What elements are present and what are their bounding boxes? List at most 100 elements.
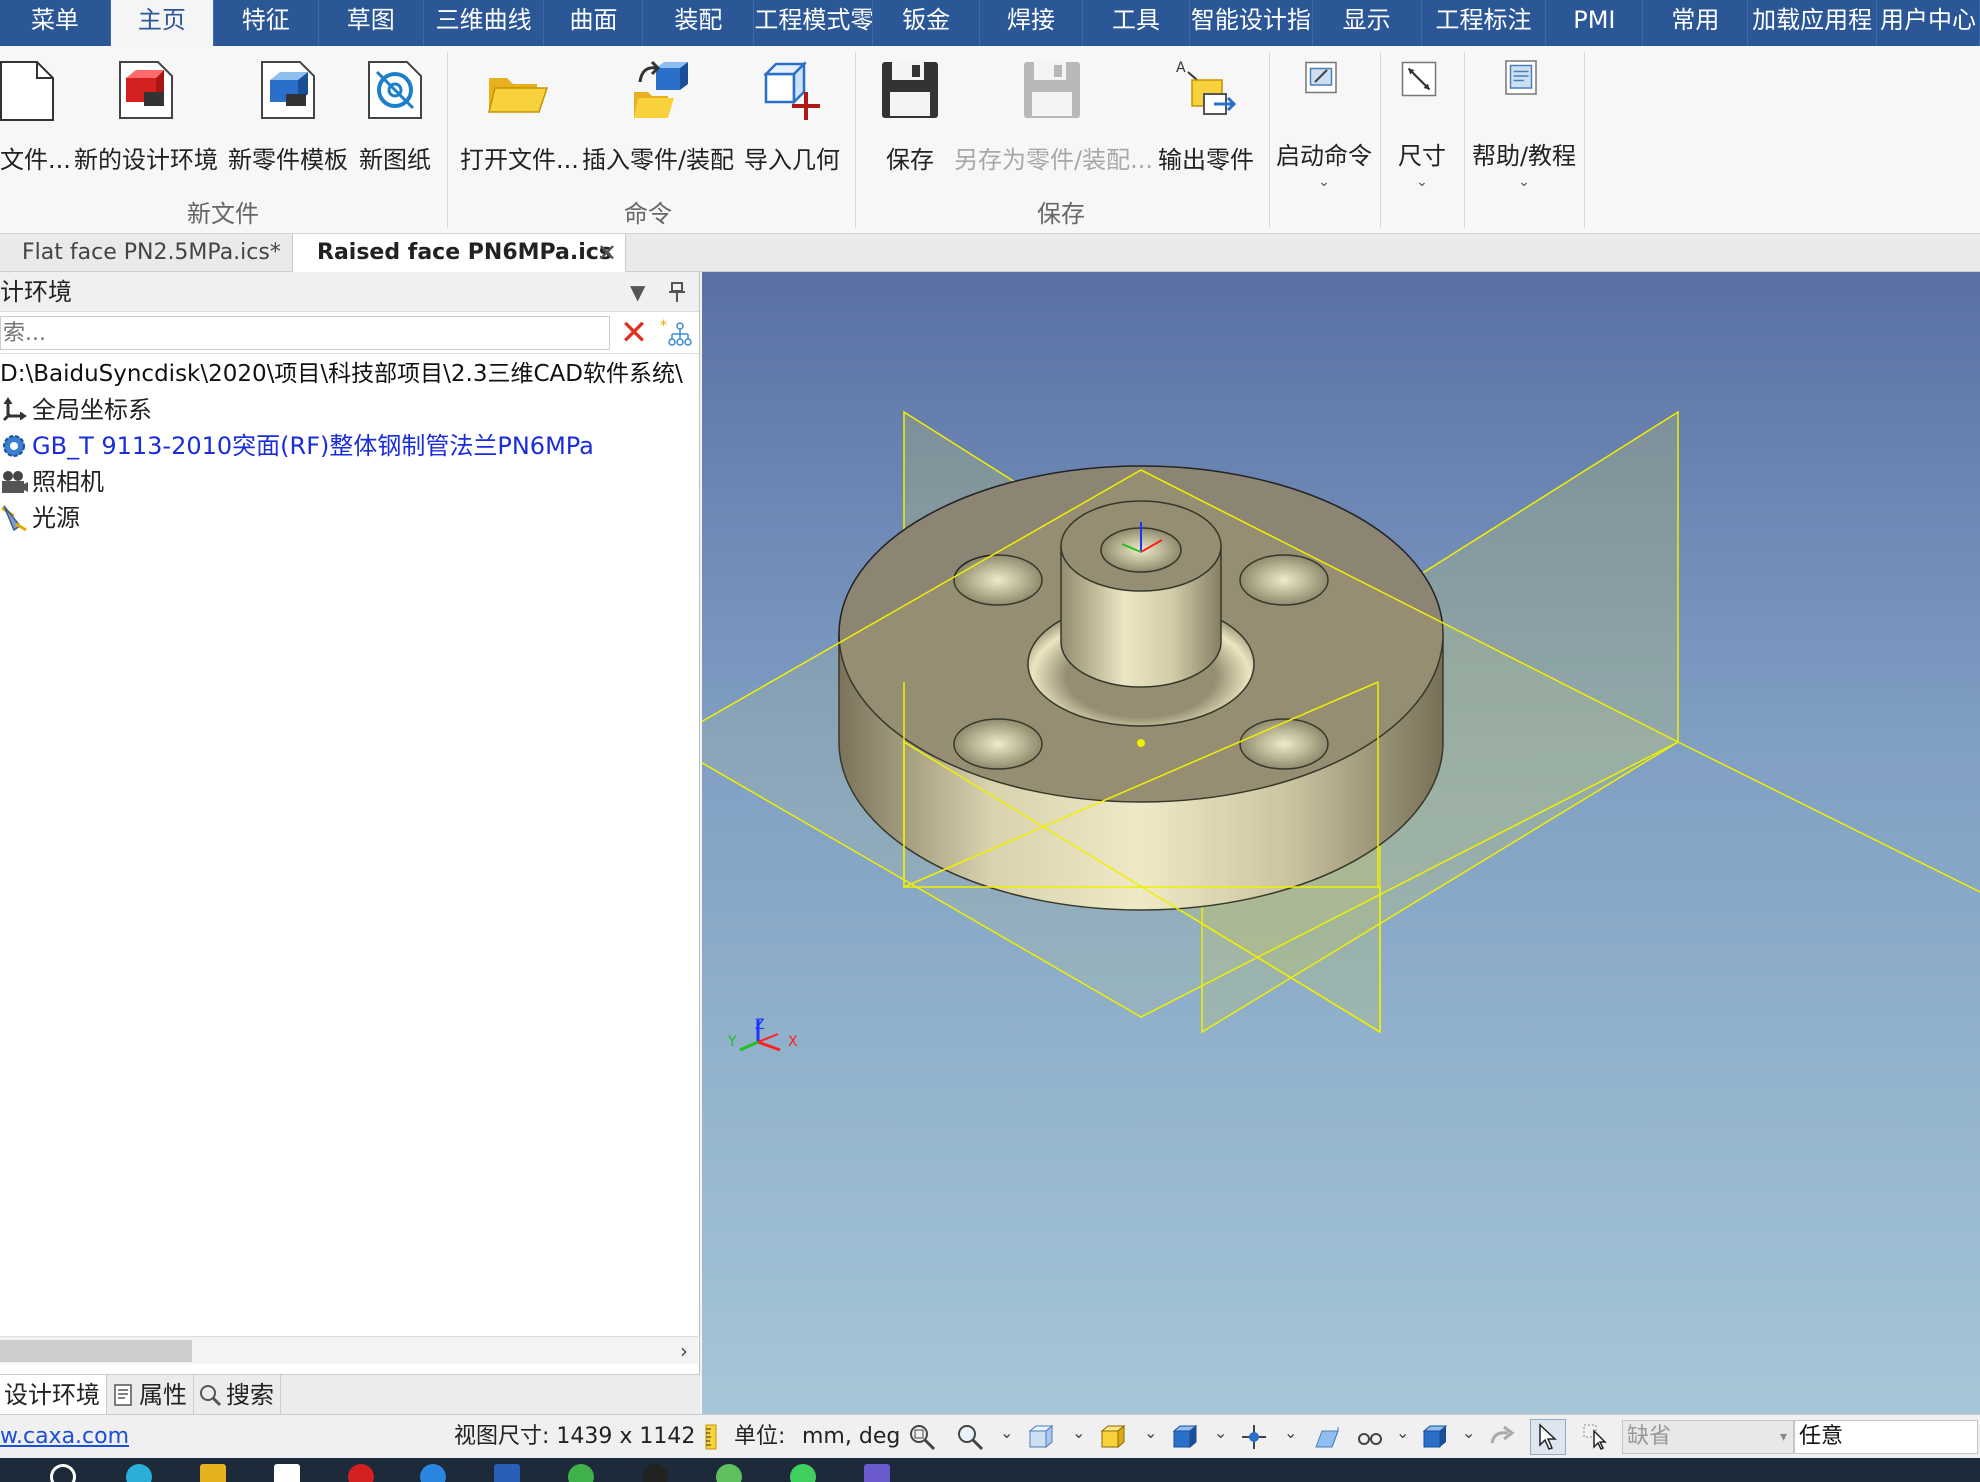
ribbon-group-separator: [1269, 52, 1270, 228]
menu-tab-features[interactable]: 特征: [214, 0, 319, 46]
search-row: ✕ *: [0, 312, 699, 354]
tab-properties[interactable]: 属性: [107, 1375, 194, 1415]
chrome-icon[interactable]: [568, 1464, 594, 1482]
select-mode-button[interactable]: [1530, 1419, 1566, 1455]
orbit-icon[interactable]: [1240, 1423, 1268, 1451]
chevron-down-icon[interactable]: ⌄: [1072, 1423, 1085, 1442]
visibility-glasses-icon[interactable]: [1356, 1423, 1384, 1451]
tab-search[interactable]: 搜索: [194, 1375, 281, 1415]
pin-icon[interactable]: [668, 272, 686, 316]
chevron-down-icon[interactable]: ⌄: [1214, 1423, 1227, 1442]
panel-title: 计环境: [0, 278, 72, 306]
chevron-down-icon[interactable]: ⌄: [1396, 1423, 1409, 1442]
menu-tab-tools[interactable]: 工具: [1083, 0, 1190, 46]
status-bar: w.caxa.com 视图尺寸: 1439 x 1142 单位: mm, deg…: [0, 1414, 1980, 1458]
caxa-website-link[interactable]: w.caxa.com: [0, 1415, 129, 1459]
tree-item-global-cs[interactable]: 全局坐标系: [0, 392, 699, 428]
floppy-disk-disabled-icon: [1024, 62, 1080, 118]
help-tutorial-button[interactable]: 帮助/教程 ⌄: [1470, 58, 1578, 189]
export-part-button[interactable]: A 输出零件: [1156, 58, 1256, 178]
3d-viewport[interactable]: Z X Y: [702, 272, 1980, 1414]
menu-tab-sketch[interactable]: 草图: [319, 0, 424, 46]
zoom-fit-icon[interactable]: [908, 1423, 936, 1451]
tree-item-light-source[interactable]: 光源: [0, 500, 699, 536]
section-view-icon[interactable]: [1312, 1423, 1340, 1451]
menu-tab-home[interactable]: 主页: [110, 0, 214, 46]
app-icon[interactable]: [642, 1464, 668, 1482]
menu-tab-display[interactable]: 显示: [1313, 0, 1422, 46]
view-orientation-icon[interactable]: [1026, 1423, 1054, 1451]
save-button[interactable]: 保存: [872, 58, 948, 178]
ribbon-group-separator: [1464, 52, 1465, 228]
tree-filter-icon[interactable]: *: [660, 318, 692, 350]
design-environment-panel: 计环境 ▼ ✕ * D:\BaiduSyncdisk\2020\项目\科技部项目…: [0, 272, 700, 1374]
doc-tab-flat-face[interactable]: Flat face PN2.5MPa.ics*: [0, 234, 284, 272]
display-cube-icon[interactable]: [1420, 1423, 1448, 1451]
app-icon[interactable]: [716, 1464, 742, 1482]
search-icon: [200, 1385, 222, 1407]
filter-any-select[interactable]: 任意: [1794, 1420, 1978, 1454]
redo-disabled-icon[interactable]: [1488, 1423, 1516, 1451]
insert-part-assembly-button[interactable]: 插入零件/装配: [580, 58, 736, 178]
word-icon[interactable]: [494, 1464, 520, 1482]
scrollbar-thumb[interactable]: [0, 1340, 192, 1362]
clear-search-icon[interactable]: ✕: [614, 316, 654, 350]
doc-tab-raised-face[interactable]: Raised face PN6MPa.ics ✕: [292, 234, 626, 272]
menu-tab-assembly[interactable]: 装配: [643, 0, 755, 46]
app-icon[interactable]: [348, 1464, 374, 1482]
app-icon[interactable]: [126, 1464, 152, 1482]
caxa-icon[interactable]: [864, 1464, 890, 1482]
horizontal-scrollbar[interactable]: ›: [0, 1336, 698, 1364]
folder-open-icon: [488, 78, 549, 113]
chevron-down-icon[interactable]: ⌄: [1462, 1423, 1475, 1442]
filter-default-select[interactable]: 缺省 ▾: [1622, 1420, 1794, 1454]
ribbon: 文件... 新的设计环境 新零件模板 新图纸 新文件 打开文件... 插入零件/…: [0, 46, 1980, 234]
new-drawing-button[interactable]: 新图纸: [354, 58, 436, 178]
render-mode-icon[interactable]: [1098, 1423, 1126, 1451]
menu-tab-user-center[interactable]: 用户中心: [1877, 0, 1980, 46]
zoom-icon[interactable]: [956, 1423, 984, 1451]
filter-cursor-icon[interactable]: [1582, 1423, 1610, 1451]
menu-tab-sheet-metal[interactable]: 钣金: [873, 0, 981, 46]
chevron-down-icon: ⌄: [1416, 174, 1428, 190]
tab-design-environment[interactable]: 设计环境: [0, 1375, 107, 1415]
menu-tab-pmi[interactable]: PMI: [1546, 0, 1644, 46]
browser-icon[interactable]: [420, 1464, 446, 1482]
app-icon[interactable]: [274, 1464, 300, 1482]
menu-tab-smart-design[interactable]: 智能设计指: [1190, 0, 1313, 46]
save-as-part-button[interactable]: 另存为零件/装配...: [954, 58, 1153, 178]
search-icon[interactable]: [50, 1464, 76, 1482]
menu-tab-weld[interactable]: 焊接: [980, 0, 1084, 46]
close-tab-icon[interactable]: ✕: [597, 234, 617, 272]
menu-tab-engineering-annotation[interactable]: 工程标注: [1422, 0, 1547, 46]
menu-tab-engineering-mode[interactable]: 工程模式零: [754, 0, 874, 46]
new-part-template-button[interactable]: 新零件模板: [226, 58, 350, 178]
start-command-button[interactable]: 启动命令 ⌄: [1274, 58, 1374, 189]
panel-menu-chevron-icon[interactable]: ▼: [630, 272, 645, 312]
menu-tab-common[interactable]: 常用: [1643, 0, 1749, 46]
menu-tab-3d-curves[interactable]: 三维曲线: [424, 0, 545, 46]
tree-search-input[interactable]: [0, 316, 610, 350]
unit-value[interactable]: mm, deg: [802, 1415, 900, 1459]
axis-z-label: Z: [755, 1017, 765, 1033]
tree-item-camera[interactable]: 照相机: [0, 464, 699, 500]
wechat-icon[interactable]: [790, 1464, 816, 1482]
scroll-right-icon[interactable]: ›: [680, 1337, 688, 1365]
menu-tab-menu[interactable]: 菜单: [0, 0, 111, 46]
main-menubar: 菜单 主页 特征 草图 三维曲线 曲面 装配 工程模式零 钣金 焊接 工具 智能…: [0, 0, 1980, 46]
chevron-down-icon[interactable]: ⌄: [1284, 1423, 1297, 1442]
menu-tab-surface[interactable]: 曲面: [544, 0, 644, 46]
new-file-button[interactable]: 文件...: [0, 58, 71, 178]
group-label-commands: 命令: [624, 200, 672, 228]
menu-tab-load-apps[interactable]: 加载应用程: [1748, 0, 1878, 46]
ruler-icon: [705, 1424, 717, 1450]
tree-item-flange-part[interactable]: GB_T 9113-2010突面(RF)整体钢制管法兰PN6MPa: [0, 428, 699, 464]
chevron-down-icon[interactable]: ⌄: [1000, 1423, 1013, 1442]
file-explorer-icon[interactable]: [200, 1464, 226, 1482]
import-geometry-button[interactable]: 导入几何: [742, 58, 842, 178]
chevron-down-icon[interactable]: ⌄: [1144, 1423, 1157, 1442]
dimension-button[interactable]: 尺寸 ⌄: [1386, 58, 1458, 189]
new-design-environment-button[interactable]: 新的设计环境: [72, 58, 220, 178]
open-file-button[interactable]: 打开文件...: [460, 58, 579, 178]
standard-view-icon[interactable]: [1170, 1423, 1198, 1451]
